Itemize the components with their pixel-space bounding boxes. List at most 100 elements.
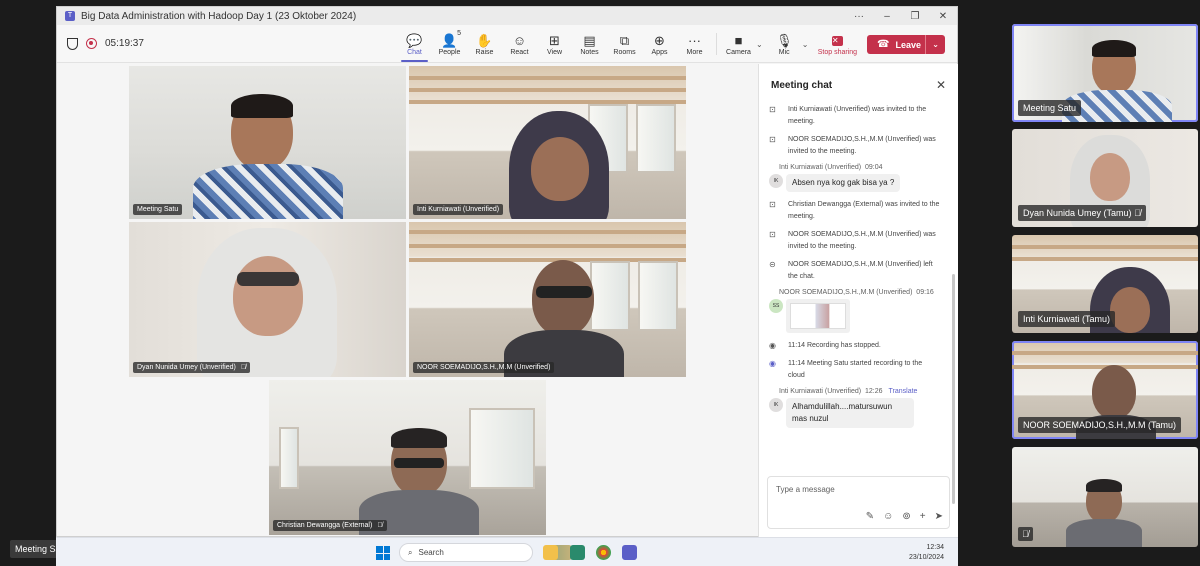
phone-icon: ☎ [877, 39, 890, 50]
message-sender: Inti Kurniawati (Unverified) 12:26 Transl… [779, 388, 918, 395]
gallery-tile-christian[interactable]: 🎙̸ [1012, 447, 1198, 547]
tile-name-label: Meeting Satu [133, 204, 183, 215]
chrome-icon[interactable] [596, 545, 611, 560]
apps-button[interactable]: ⊕ Apps [642, 25, 677, 63]
gallery-tile-noor[interactable]: NOOR SOEMADIJO,S.H.,M.M (Tamu) [1012, 341, 1198, 439]
camera-options-chevron-icon[interactable]: ⌄ [756, 40, 763, 49]
system-clock[interactable]: 12:34 23/10/2024 [909, 543, 944, 563]
chat-scrollbar[interactable] [952, 274, 955, 504]
chat-button[interactable]: 💬 Chat [397, 25, 432, 63]
camera-icon: ■ [734, 32, 743, 48]
tile-name-label: Christian Dewangga (External) 🎙̸ [273, 520, 387, 531]
title-bar: T Big Data Administration with Hadoop Da… [57, 7, 957, 25]
people-button[interactable]: 👤 5 People [432, 25, 467, 63]
teams-icon[interactable] [622, 545, 637, 560]
chat-message[interactable]: SS [759, 299, 948, 333]
mic-options-chevron-icon[interactable]: ⌄ [802, 40, 809, 49]
invite-icon: ⊡ [769, 105, 776, 114]
more-button[interactable]: ··· More [677, 25, 712, 63]
gallery-tile-meeting-satu[interactable]: Meeting Satu [1012, 24, 1198, 122]
system-message: ⊡ Christian Dewangga (External) was invit… [759, 199, 948, 223]
rooms-icon: ⧉ [619, 32, 630, 48]
system-message: ⊡ Inti Kurniawati (Unverified) was invite… [759, 104, 948, 128]
mic-off-icon: 🎙̸ [1134, 208, 1141, 218]
video-tile-noor-soemadijo[interactable]: NOOR SOEMADIJO,S.H.,M.M (Unverified) [409, 222, 686, 377]
gallery-name-label: NOOR SOEMADIJO,S.H.,M.M (Tamu) [1018, 417, 1182, 433]
recording-icon[interactable] [86, 38, 97, 49]
teams-logo-icon: T [65, 11, 75, 21]
sticker-icon[interactable]: ⊚ [902, 511, 910, 522]
restore-button[interactable]: ❐ [901, 11, 929, 22]
close-window-button[interactable]: ✕ [929, 11, 957, 22]
send-icon[interactable]: ➤ [935, 511, 943, 522]
windows-taskbar: ⌕ Search 12:34 23/10/2024 [56, 537, 958, 566]
notes-icon: ▤ [583, 32, 596, 48]
view-button[interactable]: ⊞ View [537, 25, 572, 63]
leave-options-chevron-icon[interactable]: ⌄ [925, 35, 945, 54]
leave-icon: ⊝ [769, 260, 776, 269]
emoji-icon[interactable]: ☺ [883, 511, 893, 522]
tile-name-label: Inti Kurniawati (Unverified) [413, 204, 504, 215]
notepad-icon[interactable] [570, 545, 585, 560]
hand-icon: ✋ [476, 32, 493, 48]
taskbar-search[interactable]: ⌕ Search [399, 543, 533, 562]
system-message: ◉ 11:14 Recording has stopped. [769, 341, 881, 350]
raise-hand-button[interactable]: ✋ Raise [467, 25, 502, 63]
avatar: IK [769, 398, 783, 412]
message-bubble: Alhamdulillah....matursuwun mas nuzul [786, 398, 914, 428]
video-tile-dyan-nunida-umey[interactable]: Dyan Nunida Umey (Unverified) 🎙̸ [129, 222, 406, 377]
attach-plus-icon[interactable]: + [920, 511, 926, 522]
more-icon: ··· [688, 32, 701, 48]
invite-icon: ⊡ [769, 135, 776, 144]
message-sender: NOOR SOEMADIJO,S.H.,M.M (Unverified) 09:… [779, 289, 934, 296]
chat-title: Meeting chat [771, 79, 833, 91]
notes-button[interactable]: ▤ Notes [572, 25, 607, 63]
gallery-name-label: Meeting Satu [1018, 100, 1082, 116]
compose-placeholder: Type a message [776, 485, 835, 494]
record-icon: ◉ [769, 341, 776, 350]
react-button[interactable]: ☺ React [502, 25, 537, 63]
system-message: ◉ 11:14 Meeting Satu started recording to… [759, 358, 948, 382]
window-title: Big Data Administration with Hadoop Day … [81, 10, 357, 22]
gallery-name-label: Inti Kurniawati (Tamu) [1018, 311, 1116, 327]
shield-icon[interactable] [67, 37, 78, 50]
stop-share-icon: ✕ [831, 35, 843, 46]
camera-button[interactable]: ■ Camera [721, 25, 756, 63]
microphone-icon: 🎙 [775, 32, 793, 48]
gallery-name-label: Dyan Nunida Umey (Tamu) 🎙̸ [1018, 205, 1146, 221]
message-compose-box[interactable]: Type a message ✎ ☺ ⊚ + ➤ [767, 476, 950, 529]
tile-name-label: NOOR SOEMADIJO,S.H.,M.M (Unverified) [413, 362, 555, 373]
invite-icon: ⊡ [769, 230, 776, 239]
people-icon: 👤 [441, 32, 458, 48]
image-attachment[interactable] [786, 299, 850, 333]
close-chat-icon[interactable]: ✕ [936, 78, 946, 92]
tile-name-label: Dyan Nunida Umey (Unverified) 🎙̸ [133, 362, 251, 373]
format-icon[interactable]: ✎ [866, 511, 874, 522]
people-count: 5 [457, 30, 461, 37]
search-icon: ⌕ [408, 547, 413, 557]
meeting-toolbar: 05:19:37 💬 Chat 👤 5 People ✋ Raise ☺ React ⊞ V… [57, 25, 957, 63]
mic-button[interactable]: 🎙 Mic [767, 25, 802, 63]
more-options-button[interactable]: ··· [845, 11, 873, 22]
message-sender: Inti Kurniawati (Unverified) 09:04 [779, 164, 883, 171]
stop-sharing-button[interactable]: ✕ Stop sharing [812, 25, 862, 63]
gallery-tile-inti[interactable]: Inti Kurniawati (Tamu) [1012, 235, 1198, 333]
smile-icon: ☺ [512, 32, 527, 48]
message-bubble: Absen nya kog gak bisa ya ? [786, 174, 901, 192]
file-explorer-icon[interactable] [543, 545, 558, 560]
chat-message[interactable]: IK Alhamdulillah....matursuwun mas nuzul [759, 398, 948, 428]
chat-message-list[interactable]: ⊡ Inti Kurniawati (Unverified) was invite… [759, 104, 948, 464]
video-tile-meeting-satu[interactable]: Meeting Satu [129, 66, 406, 219]
meeting-chat-panel: Meeting chat ✕ ⊡ Inti Kurniawati (Unverif… [758, 64, 958, 537]
rooms-button[interactable]: ⧉ Rooms [607, 25, 642, 63]
leave-button[interactable]: ☎ Leave ⌄ [867, 35, 945, 54]
gallery-tile-dyan[interactable]: Dyan Nunida Umey (Tamu) 🎙̸ [1012, 129, 1198, 227]
video-tile-christian-dewangga[interactable]: Christian Dewangga (External) 🎙̸ [269, 380, 546, 535]
windows-start-icon[interactable] [376, 546, 390, 560]
mic-off-icon: 🎙̸ [1018, 527, 1033, 541]
system-message: ⊡ NOOR SOEMADIJO,S.H.,M.M (Unverified) wa… [759, 229, 948, 253]
chat-message[interactable]: IK Absen nya kog gak bisa ya ? [759, 174, 948, 192]
translate-link[interactable]: Translate [889, 388, 918, 395]
video-tile-inti-kurniawati[interactable]: Inti Kurniawati (Unverified) [409, 66, 686, 219]
minimize-button[interactable]: – [873, 11, 901, 22]
